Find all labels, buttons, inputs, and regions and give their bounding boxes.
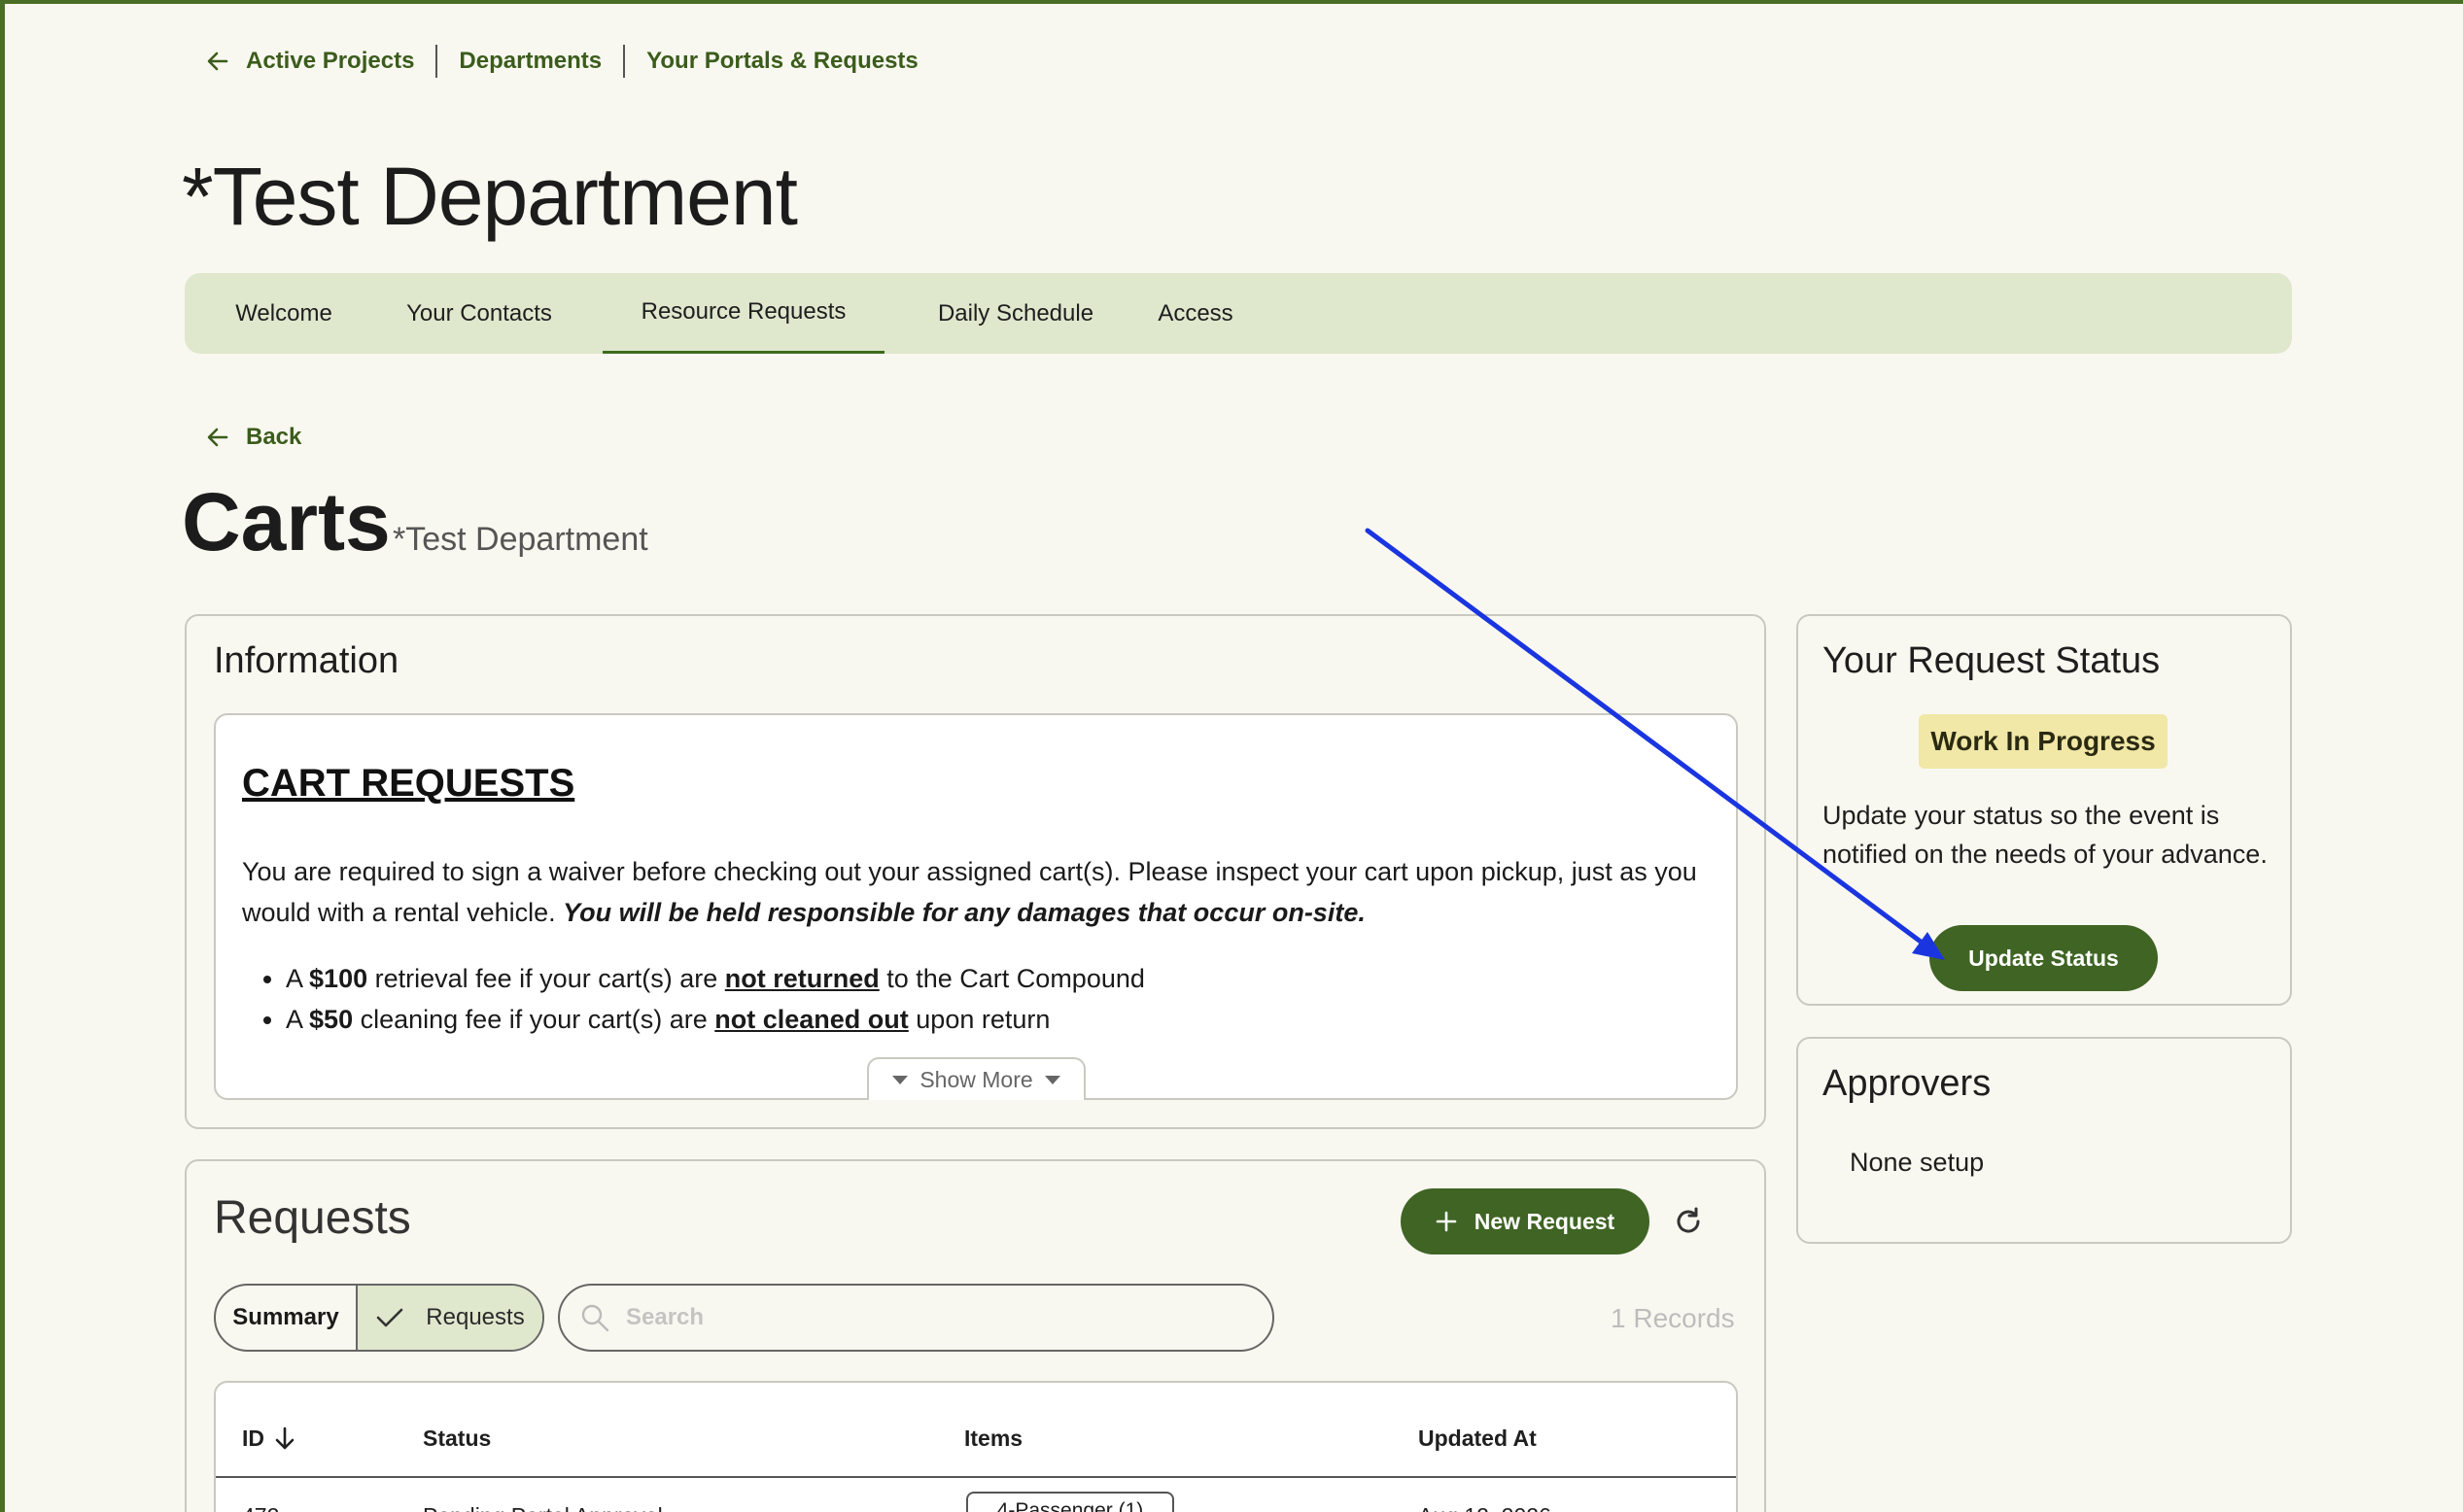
- toggle-summary[interactable]: Summary: [216, 1286, 358, 1350]
- search-input[interactable]: [626, 1304, 1209, 1331]
- view-toggle: Summary Requests: [214, 1284, 544, 1352]
- caret-down-icon: [1044, 1075, 1060, 1084]
- tab-bar: Welcome Your Contacts Resource Requests …: [185, 273, 2292, 354]
- row-status: Pending Portal Approval: [423, 1503, 663, 1512]
- new-request-label: New Request: [1474, 1208, 1615, 1234]
- status-description: Update your status so the event is notif…: [1822, 801, 2268, 869]
- row-updated-at: Aug 12, 2026: [1418, 1503, 1551, 1512]
- breadcrumb-divider: [623, 45, 626, 78]
- column-updated-at[interactable]: Updated At: [1418, 1426, 1537, 1452]
- requests-table: ID Status Items Updated At 472 Pending P…: [214, 1381, 1738, 1512]
- item-chip[interactable]: 4-Passenger (1): [966, 1492, 1174, 1512]
- tab-welcome[interactable]: Welcome: [206, 273, 362, 354]
- request-status-title: Your Request Status: [1822, 640, 2161, 681]
- paragraph-emphasis: You will be held responsible for any dam…: [563, 898, 1366, 927]
- plus-icon: [1436, 1211, 1457, 1232]
- column-id[interactable]: ID: [242, 1426, 295, 1452]
- status-badge: Work In Progress: [1919, 714, 2168, 769]
- show-more-button[interactable]: Show More: [867, 1057, 1086, 1100]
- new-request-button[interactable]: New Request: [1401, 1188, 1649, 1254]
- section-subtitle: *Test Department: [393, 521, 648, 558]
- show-more-label: Show More: [919, 1066, 1033, 1092]
- table-header-divider: [216, 1476, 1736, 1478]
- list-item: A $50 cleaning fee if your cart(s) are n…: [286, 999, 1145, 1040]
- breadcrumb: Active Projects Departments Your Portals…: [205, 45, 919, 78]
- arrow-left-icon: [205, 49, 230, 74]
- search-box: [558, 1284, 1274, 1352]
- approvers-value: None setup: [1850, 1148, 1985, 1177]
- update-status-button[interactable]: Update Status: [1929, 925, 2158, 991]
- tab-access[interactable]: Access: [1142, 273, 1249, 354]
- information-paragraph: You are required to sign a waiver before…: [242, 851, 1719, 933]
- tab-your-contacts[interactable]: Your Contacts: [382, 273, 576, 354]
- records-count: 1 Records: [1611, 1303, 1735, 1333]
- breadcrumb-departments[interactable]: Departments: [459, 48, 602, 75]
- list-item: A $100 retrieval fee if your cart(s) are…: [286, 958, 1145, 999]
- tab-daily-schedule[interactable]: Daily Schedule: [909, 273, 1123, 354]
- refresh-icon[interactable]: [1671, 1204, 1706, 1239]
- toggle-requests[interactable]: Requests: [358, 1286, 542, 1350]
- breadcrumb-divider: [435, 45, 438, 78]
- arrow-left-icon: [205, 425, 230, 450]
- sort-down-icon: [274, 1426, 295, 1452]
- section-title: Carts: [182, 476, 391, 567]
- requests-title: Requests: [214, 1192, 411, 1244]
- column-status[interactable]: Status: [423, 1426, 491, 1452]
- caret-down-icon: [892, 1075, 909, 1084]
- page-title: *Test Department: [182, 151, 798, 242]
- information-title: Information: [214, 640, 399, 681]
- approvers-title: Approvers: [1822, 1063, 1992, 1104]
- back-link[interactable]: Back: [205, 424, 301, 451]
- tab-resource-requests[interactable]: Resource Requests: [603, 273, 885, 354]
- row-id: 472: [242, 1503, 279, 1512]
- back-label: Back: [246, 424, 302, 450]
- column-items[interactable]: Items: [964, 1426, 1023, 1452]
- search-icon: [579, 1302, 610, 1333]
- fee-list: A $100 retrieval fee if your cart(s) are…: [286, 958, 1145, 1040]
- information-content: CART REQUESTS You are required to sign a…: [214, 713, 1738, 1100]
- breadcrumb-portals-requests[interactable]: Your Portals & Requests: [646, 48, 919, 75]
- check-icon: [375, 1306, 404, 1329]
- toggle-requests-label: Requests: [426, 1304, 525, 1330]
- cart-requests-heading: CART REQUESTS: [242, 762, 575, 805]
- breadcrumb-active-projects[interactable]: Active Projects: [246, 48, 414, 75]
